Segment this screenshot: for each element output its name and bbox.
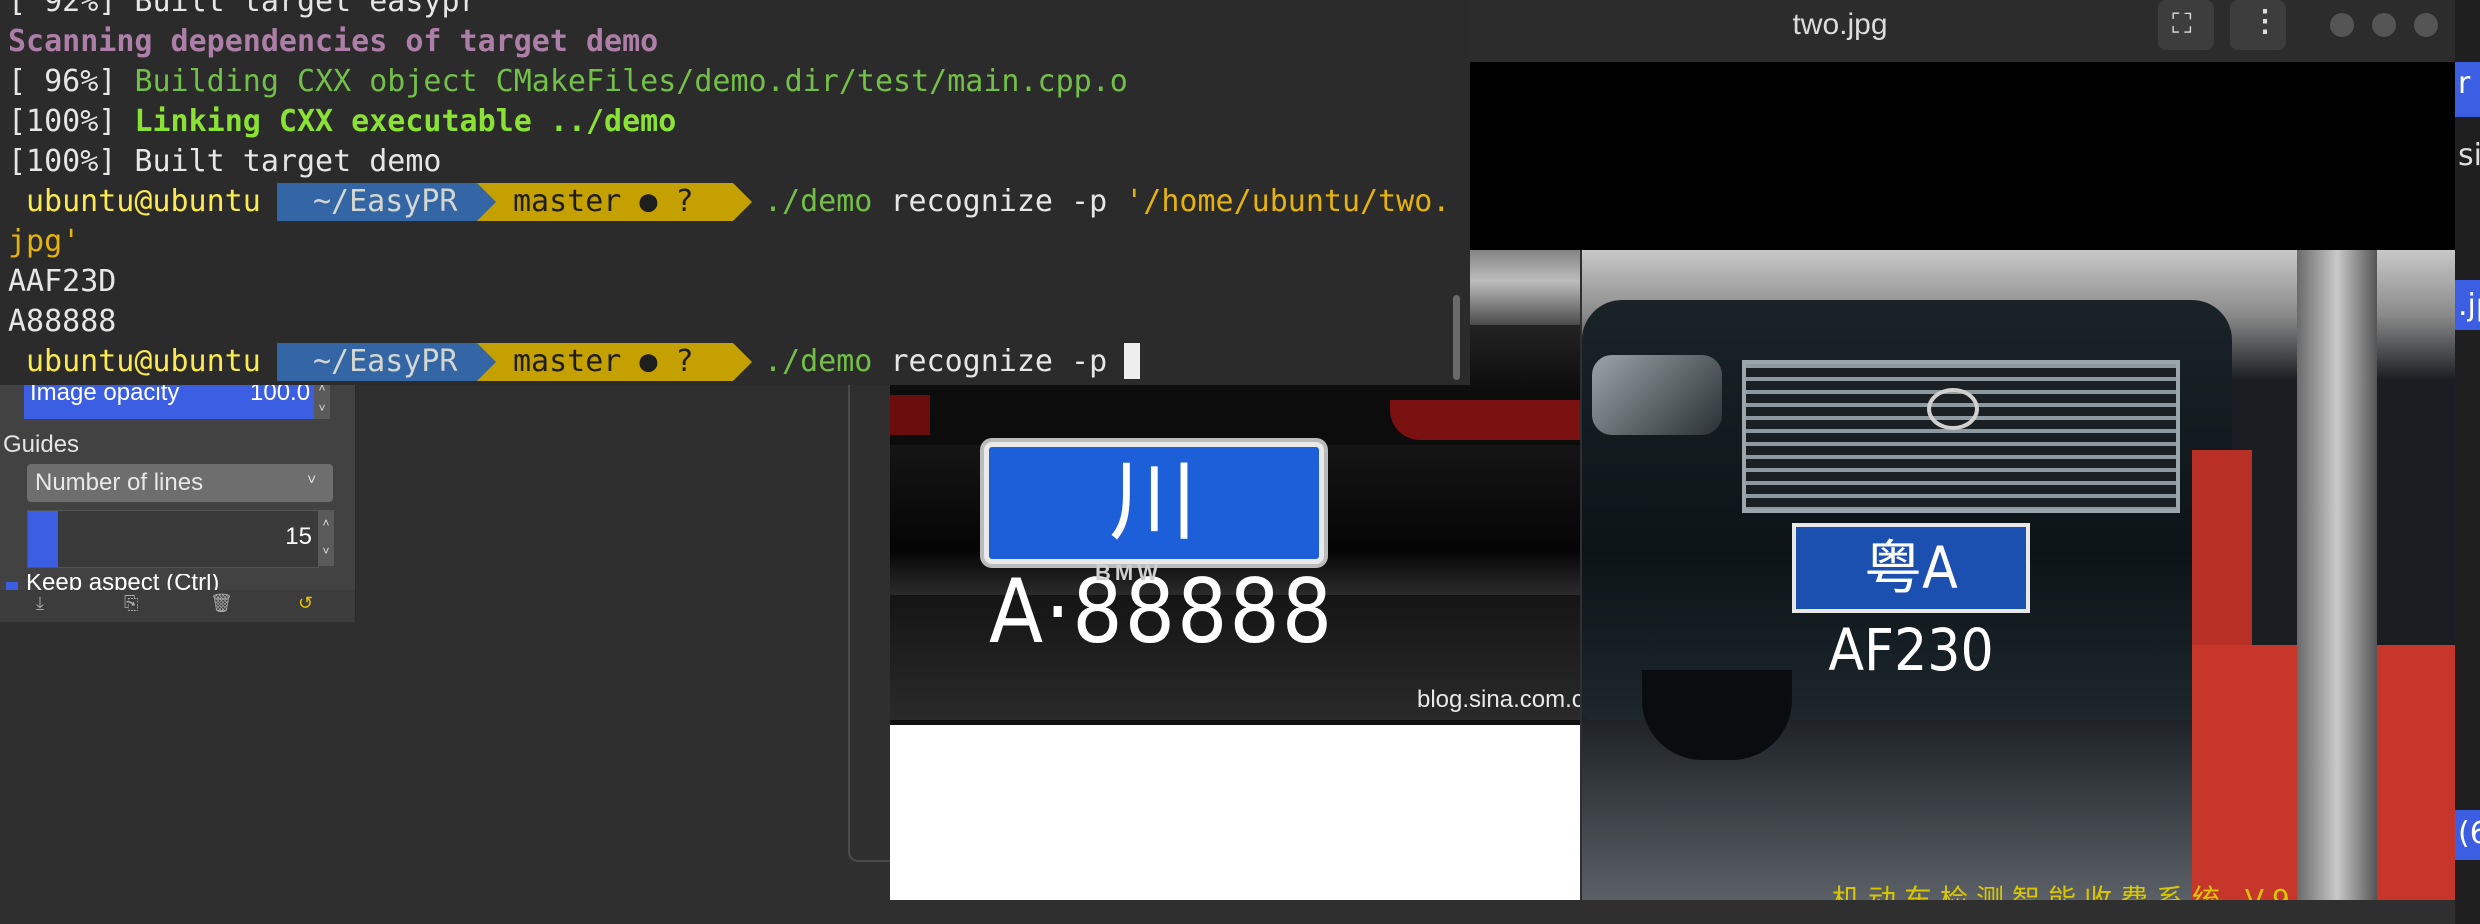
guides-select[interactable]: Number of lines ˅ [27,464,333,502]
command-text: ./demo recognize -p '/home/ubuntu/two. [764,182,1450,222]
menu-button[interactable]: ⋮ [2230,0,2286,50]
edge-text: r [2458,66,2471,101]
number-of-lines-field[interactable]: 15 [27,510,319,568]
viewer-titlebar: two.jpg ⛶ ⋮ [1470,0,2455,62]
edge-text: (6 [2458,816,2480,851]
command-program: ./demo [764,184,873,219]
background-window-edge [848,385,892,862]
spin-down-icon: ˅ [318,401,326,415]
kebab-menu-icon: ⋮ [2250,5,2280,38]
terminal-line: Scanning dependencies of target demo [8,24,659,59]
prompt-directory: ~/EasyPR [277,343,477,381]
prompt-separator [477,183,496,221]
terminal-line: [ 92%] Built target easypr [8,0,478,19]
lines-value: 15 [285,523,312,550]
link-message: Linking CXX executable ../demo [134,104,677,139]
progress-prefix: [ 96%] [8,64,135,99]
prompt-user: ubuntu@ubuntu [0,183,277,221]
terminal-line: [100%] Built target demo [8,144,442,179]
reset-icon[interactable]: ↺ [298,593,313,614]
prompt-user: ubuntu@ubuntu [0,343,277,381]
guides-select-value: Number of lines [35,469,204,496]
car-grille [1742,360,2180,513]
terminal-window[interactable]: [ 92%] Built target easypr Scanning depe… [0,0,1470,385]
fullscreen-icon: ⛶ [2172,8,2192,39]
command-path: '/home/ubuntu/two. [1125,184,1451,219]
restore-preset-icon[interactable]: ⎘ [124,593,138,614]
car-emblem [1927,388,1979,430]
taillight-left [890,395,930,435]
close-button[interactable] [2414,13,2438,37]
maximize-button[interactable] [2372,13,2396,37]
opacity-spinner[interactable]: ˄ ˅ [314,379,330,419]
command-program: ./demo [764,344,873,379]
photo-canvas-blank [890,725,1580,900]
prompt-separator [733,343,752,381]
terminal-line: [100%] Linking CXX executable ../demo [8,102,676,142]
license-plate: 粤A AF230 [1792,523,2030,684]
prompt-separator [477,343,496,381]
build-message: Building CXX object CMakeFiles/demo.dir/… [134,64,1128,99]
pillar [2297,250,2377,900]
minimize-button[interactable] [2330,13,2354,37]
car-wheel [1642,670,1792,760]
prompt-directory: ~/EasyPR [277,183,477,221]
keep-aspect-label: Keep aspect (Ctrl) [26,574,220,590]
lines-spinner[interactable]: ˄ ˅ [318,510,334,566]
taillight-right [1390,400,1580,440]
command-args: recognize -p [890,344,1108,379]
progress-prefix: [100%] [8,104,135,139]
save-preset-icon[interactable]: ⤓ [36,593,44,614]
prompt-git-status: master ● ? [477,183,733,221]
image-viewer-window: two.jpg ⛶ ⋮ [1470,0,2455,250]
spin-up-icon: ˄ [322,516,330,530]
panel-footer: ⤓ ⎘ 🗑 ↺ [0,590,355,622]
command-args: recognize -p [890,184,1108,219]
command-path-continued: jpg' [8,224,81,259]
delete-icon[interactable]: 🗑 [210,593,233,614]
edge-text: si [2458,138,2480,173]
spin-down-icon: ˅ [322,544,330,558]
prompt-git-status: master ● ? [477,343,733,381]
barrier-post [2192,450,2252,650]
plate-frame-badge: BMW [1095,560,1162,585]
chevron-down-icon: ˅ [307,472,317,489]
lines-slider-fill [28,511,58,567]
window-title: two.jpg [1792,8,1888,41]
photo-toyota-plate: 粤A AF230 机动车检测智能收费系统 V9 [1582,250,2455,900]
guides-label: Guides [3,431,80,458]
output-line: A88888 [8,304,117,339]
terminal-scrollbar[interactable] [1453,295,1460,380]
photo-caption: 机动车检测智能收费系统 V9 [1832,883,2298,900]
terminal-line: [ 96%] Building CXX object CMakeFiles/de… [8,62,1128,102]
command-text: ./demo recognize -p [764,342,1107,382]
output-line: AAF23D [8,264,117,299]
edge-text: .jp [2458,288,2480,323]
terminal-cursor [1124,343,1140,379]
headlight [1592,355,1722,435]
license-plate: 川A·88888 [984,442,1332,663]
fullscreen-button[interactable]: ⛶ [2158,0,2214,50]
prompt-separator [733,183,752,221]
photo-credit: blog.sina.com.c [1417,686,1580,713]
